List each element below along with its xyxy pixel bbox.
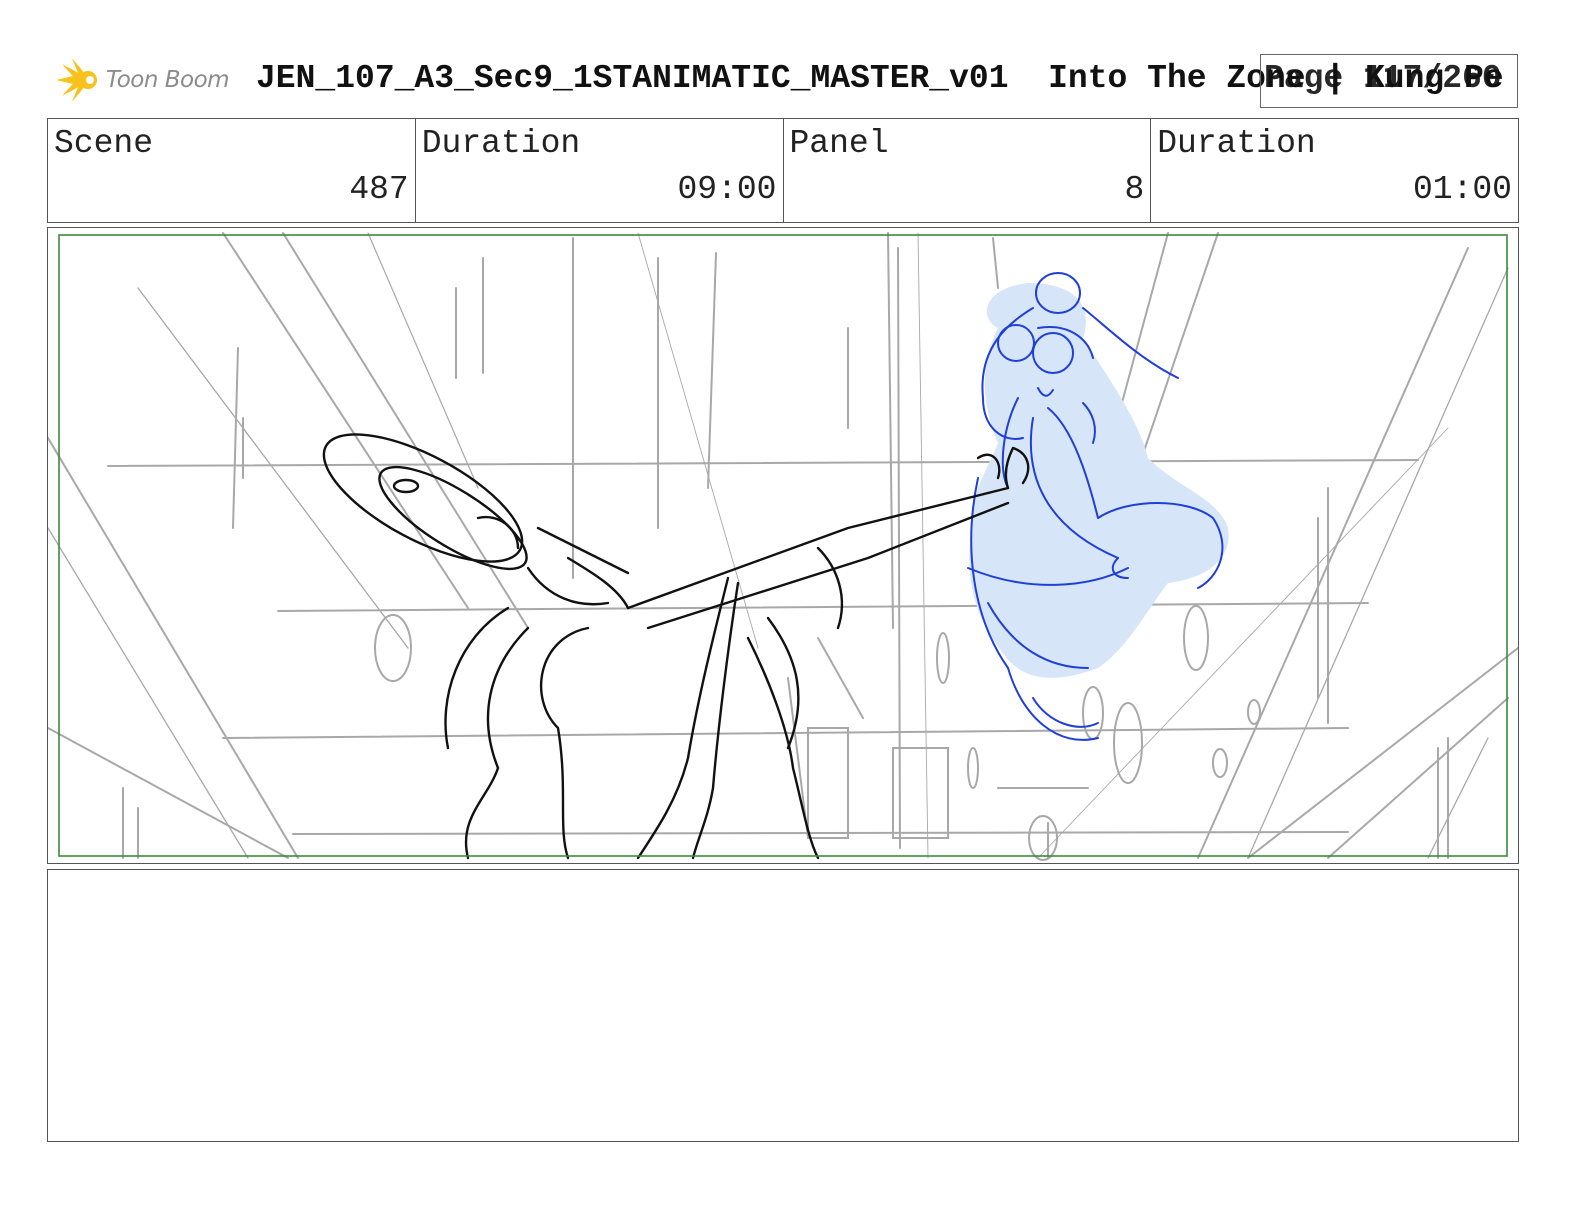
toon-boom-logo: Toon Boom <box>52 56 242 104</box>
panel-label: Panel <box>789 125 889 162</box>
logo-text: Toon Boom <box>106 67 230 93</box>
page-header: Toon Boom JEN_107_A3_Sec9_1STANIMATIC_MA… <box>48 52 1536 108</box>
page-number: Page 117/260 <box>1264 60 1502 97</box>
storyboard-sketch <box>48 232 1518 861</box>
background-sketch <box>48 232 1518 861</box>
panel-duration-value: 01:00 <box>1412 171 1512 208</box>
scene-duration-cell: Duration 09:00 <box>416 119 784 222</box>
toon-boom-burst-icon <box>56 58 97 102</box>
scene-info-table: Scene 487 Duration 09:00 Panel 8 Duratio… <box>47 118 1519 223</box>
scene-value: 487 <box>349 171 409 208</box>
panel-value: 8 <box>1124 171 1145 208</box>
panel-cell: Panel 8 <box>784 119 1152 222</box>
panel-notes-box <box>47 869 1519 1142</box>
scene-cell: Scene 487 <box>48 119 416 222</box>
character-girl <box>967 272 1229 741</box>
scene-label: Scene <box>54 125 154 162</box>
scene-duration-value: 09:00 <box>677 171 777 208</box>
storyboard-panel <box>47 227 1519 864</box>
scene-duration-label: Duration <box>421 125 581 162</box>
panel-duration-cell: Duration 01:00 <box>1151 119 1518 222</box>
character-wizard <box>322 433 1030 860</box>
panel-duration-label: Duration <box>1157 125 1316 162</box>
